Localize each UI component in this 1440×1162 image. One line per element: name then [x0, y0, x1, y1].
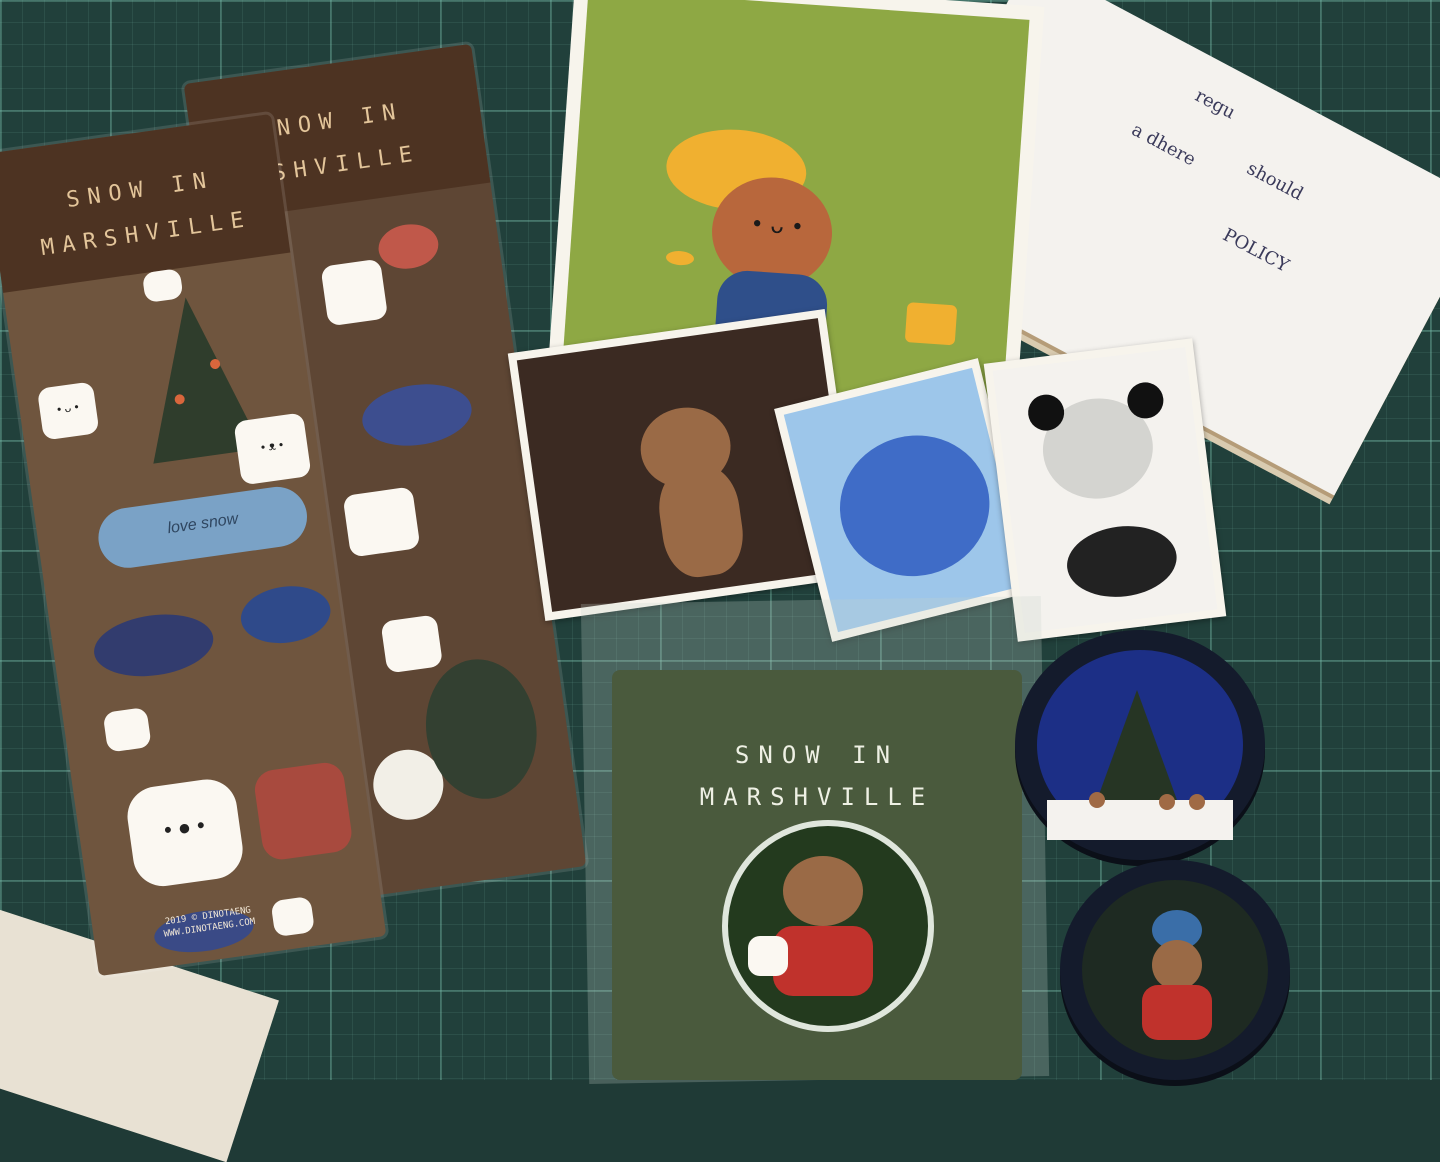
badge-title-line: SNOW IN: [734, 741, 900, 769]
panda-body: [1062, 520, 1181, 603]
red-sticker: [375, 220, 442, 273]
quokka-head: [1152, 940, 1202, 990]
sheet-title: SNOW IN MARSHVILLE: [18, 152, 268, 273]
sticker-art: [992, 347, 1218, 633]
marshmallow-sticker: • ᴗ •: [36, 381, 100, 441]
notebook-word: should: [1243, 157, 1307, 205]
quokka-head: [783, 856, 863, 926]
badge-card-title: SNOW IN MARSHVILLE: [652, 734, 982, 818]
washi-tape-roll-quokka: [1060, 860, 1290, 1080]
pin-badge: [722, 820, 934, 1032]
blue-sweater-sticker: [237, 580, 335, 649]
marshmallow-sticker: [102, 706, 152, 753]
badge-title-line: MARSHVILLE: [699, 783, 935, 811]
quokka-sweater-sticker: [252, 760, 355, 862]
navy-sticker: [90, 607, 218, 684]
notebook-word: a dhere: [1127, 119, 1200, 171]
love-snow-text: love snow: [166, 510, 240, 538]
big-bear-sticker: • ● •: [123, 775, 247, 890]
tape-design: [1082, 880, 1268, 1060]
tape-design: [1037, 650, 1243, 840]
face-icon: • ● •: [162, 812, 207, 843]
blue-sticker: [358, 377, 476, 453]
marshmallow-sticker: [320, 258, 389, 327]
red-sweater: [773, 926, 873, 996]
blue-bear: [824, 419, 1005, 592]
marshmallow-sticker: [342, 486, 421, 558]
red-sweater: [1142, 985, 1212, 1040]
washi-tape-roll-tree: [1015, 630, 1265, 860]
notebook-word: POLICY: [1219, 224, 1293, 277]
tree-illustration: [1047, 690, 1233, 840]
badge-card: SNOW IN MARSHVILLE: [612, 670, 1022, 1080]
face-icon: • ᴥ •: [259, 437, 285, 455]
marshmallow-sticker: [270, 896, 316, 938]
love-snow-sticker: love snow: [94, 483, 311, 572]
face-icon: • ᴗ •: [56, 399, 80, 417]
notebook-word: regu: [1191, 85, 1239, 124]
svg-text:• ᴗ •: • ᴗ •: [750, 212, 805, 241]
quokka-body: [653, 461, 749, 582]
marshmallow-sticker: [380, 614, 444, 674]
bear-marshmallow-sticker: • ᴥ •: [233, 412, 312, 486]
marshmallow: [748, 936, 788, 976]
